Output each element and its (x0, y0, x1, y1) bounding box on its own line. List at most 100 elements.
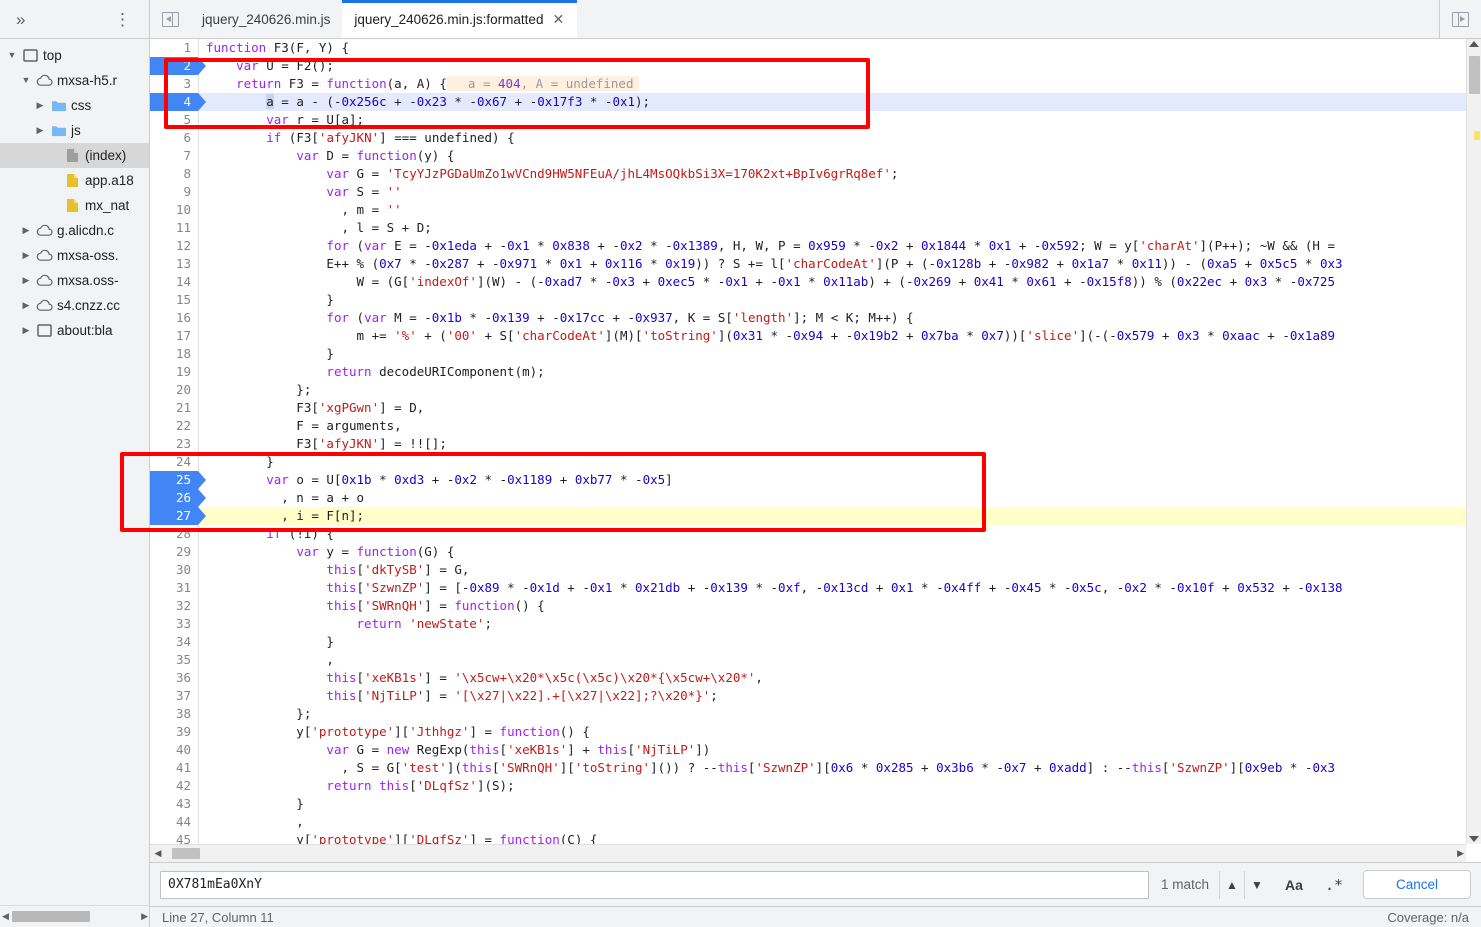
vertical-scrollbar-thumb[interactable] (1469, 56, 1480, 94)
line-number[interactable]: 3 (150, 75, 198, 93)
line-number[interactable]: 15 (150, 291, 198, 309)
tree-item-s4-cnzz-cc[interactable]: ▶ s4.cnzz.cc (0, 293, 149, 318)
code-line[interactable]: 40 var G = new RegExp(this['xeKB1s'] + t… (150, 741, 1466, 759)
line-number[interactable]: 39 (150, 723, 198, 741)
twisty-collapsed-icon[interactable]: ▶ (20, 226, 32, 235)
code-line[interactable]: 4 a = a - (-0x256c + -0x23 * -0x67 + -0x… (150, 93, 1466, 111)
line-number[interactable]: 36 (150, 669, 198, 687)
line-number[interactable]: 30 (150, 561, 198, 579)
line-number[interactable]: 10 (150, 201, 198, 219)
code-line[interactable]: 35 , (150, 651, 1466, 669)
tab-jquery-min-formatted[interactable]: jquery_240626.min.js:formatted ✕ (342, 0, 578, 38)
code-editor[interactable]: 1 function F3(F, Y) {2 var U = F2(); 3 ret… (150, 39, 1481, 862)
line-number[interactable]: 9 (150, 183, 198, 201)
line-number[interactable]: 5 (150, 111, 198, 129)
tab-jquery-min[interactable]: jquery_240626.min.js (190, 0, 342, 38)
tree-item-about-bla[interactable]: ▶ about:bla (0, 318, 149, 343)
code-line[interactable]: 1 function F3(F, Y) { (150, 39, 1466, 57)
code-line[interactable]: 30 this['dkTySB'] = G, (150, 561, 1466, 579)
more-tabs-chevron-icon[interactable]: » (12, 9, 29, 30)
code-line[interactable]: 44 , (150, 813, 1466, 831)
find-previous-button[interactable]: ▲ (1219, 870, 1244, 899)
toggle-navigator-button[interactable] (150, 0, 190, 38)
code-line[interactable]: 21 F3['xgPGwn'] = D, (150, 399, 1466, 417)
code-line[interactable]: 45 y['prototype']['DLqfSz'] = function(C… (150, 831, 1466, 844)
code-line[interactable]: 20 }; (150, 381, 1466, 399)
code-line[interactable]: 17 m += '%' + ('00' + S['charCodeAt'](M)… (150, 327, 1466, 345)
code-line[interactable]: 37 this['NjTiLP'] = '[\x27|\x22].+[\x27|… (150, 687, 1466, 705)
line-number[interactable]: 44 (150, 813, 198, 831)
code-line[interactable]: 9 var S = '' (150, 183, 1466, 201)
cancel-button[interactable]: Cancel (1363, 870, 1471, 899)
editor-horizontal-scrollbar[interactable]: ◀ ▶ (150, 844, 1466, 862)
line-number[interactable]: 18 (150, 345, 198, 363)
code-line[interactable]: 11 , l = S + D; (150, 219, 1466, 237)
line-number[interactable]: 2 (150, 57, 206, 75)
code-line[interactable]: 24 } (150, 453, 1466, 471)
tree-item-g-alicdn-c[interactable]: ▶ g.alicdn.c (0, 218, 149, 243)
code-line[interactable]: 32 this['SWRnQH'] = function() { (150, 597, 1466, 615)
scroll-down-icon[interactable] (1469, 836, 1479, 842)
twisty-collapsed-icon[interactable]: ▶ (20, 326, 32, 335)
code-line[interactable]: 22 F = arguments, (150, 417, 1466, 435)
line-number[interactable]: 27 (150, 507, 206, 525)
code-line[interactable]: 41 , S = G['test'](this['SWRnQH']['toStr… (150, 759, 1466, 777)
line-number[interactable]: 33 (150, 615, 198, 633)
line-number[interactable]: 19 (150, 363, 198, 381)
line-number[interactable]: 16 (150, 309, 198, 327)
code-line[interactable]: 2 var U = F2(); (150, 57, 1466, 75)
code-line[interactable]: 19 return decodeURIComponent(m); (150, 363, 1466, 381)
line-number[interactable]: 37 (150, 687, 198, 705)
line-number[interactable]: 23 (150, 435, 198, 453)
twisty-collapsed-icon[interactable]: ▶ (20, 251, 32, 260)
line-number[interactable]: 6 (150, 129, 198, 147)
line-number[interactable]: 1 (150, 39, 198, 57)
code-viewport[interactable]: 1 function F3(F, Y) {2 var U = F2(); 3 ret… (150, 39, 1466, 844)
scroll-right-icon[interactable]: ▶ (141, 912, 148, 921)
twisty-collapsed-icon[interactable]: ▶ (20, 301, 32, 310)
tree-item-mxsa-oss[interactable]: ▶ mxsa.oss- (0, 268, 149, 293)
close-icon[interactable]: ✕ (551, 12, 565, 26)
tree-item-index[interactable]: (index) (0, 143, 149, 168)
line-number[interactable]: 25 (150, 471, 206, 489)
more-options-kebab-icon[interactable]: ⋮ (108, 9, 137, 30)
line-number[interactable]: 43 (150, 795, 198, 813)
line-number[interactable]: 11 (150, 219, 198, 237)
scrollbar-thumb[interactable] (11, 911, 90, 922)
code-line[interactable]: 5 var r = U[a]; (150, 111, 1466, 129)
line-number[interactable]: 31 (150, 579, 198, 597)
tree-item-mx-nat[interactable]: mx_nat (0, 193, 149, 218)
twisty-collapsed-icon[interactable]: ▶ (34, 101, 46, 110)
code-line[interactable]: 42 return this['DLqfSz'](S); (150, 777, 1466, 795)
line-number[interactable]: 40 (150, 741, 198, 759)
code-line[interactable]: 12 for (var E = -0x1eda + -0x1 * 0x838 +… (150, 237, 1466, 255)
line-number[interactable]: 38 (150, 705, 198, 723)
line-number[interactable]: 7 (150, 147, 198, 165)
code-line[interactable]: 14 W = (G['indexOf'](W) - (-0xad7 * -0x3… (150, 273, 1466, 291)
line-number[interactable]: 17 (150, 327, 198, 345)
search-input[interactable] (160, 870, 1149, 899)
code-line[interactable]: 27 , i = F[n]; (150, 507, 1466, 525)
code-line[interactable]: 28 if (!i) { (150, 525, 1466, 543)
toggle-debugger-button[interactable] (1439, 0, 1481, 38)
line-number[interactable]: 26 (150, 489, 206, 507)
code-line[interactable]: 33 return 'newState'; (150, 615, 1466, 633)
tree-item-mxsa-h5-r[interactable]: ▼ mxsa-h5.r (0, 68, 149, 93)
code-line[interactable]: 39 y['prototype']['Jthhgz'] = function()… (150, 723, 1466, 741)
code-line[interactable]: 13 E++ % (0x7 * -0x287 + -0x971 * 0x1 + … (150, 255, 1466, 273)
line-number[interactable]: 22 (150, 417, 198, 435)
line-number[interactable]: 35 (150, 651, 198, 669)
code-line[interactable]: 8 var G = 'TcyYJzPGDaUmZo1wVCnd9HW5NFEuA… (150, 165, 1466, 183)
find-next-button[interactable]: ▼ (1244, 870, 1269, 899)
twisty-collapsed-icon[interactable]: ▶ (34, 126, 46, 135)
code-line[interactable]: 25 var o = U[0x1b * 0xd3 + -0x2 * -0x118… (150, 471, 1466, 489)
line-number[interactable]: 28 (150, 525, 198, 543)
scroll-left-icon[interactable]: ◀ (2, 912, 9, 921)
line-number[interactable]: 34 (150, 633, 198, 651)
code-line[interactable]: 43 } (150, 795, 1466, 813)
scroll-right-icon[interactable]: ▶ (1457, 848, 1464, 859)
tree-item-js[interactable]: ▶ js (0, 118, 149, 143)
line-number[interactable]: 8 (150, 165, 198, 183)
code-line[interactable]: 36 this['xeKB1s'] = '\x5cw+\x20*\x5c(\x5… (150, 669, 1466, 687)
regex-toggle[interactable]: .* (1319, 871, 1349, 899)
